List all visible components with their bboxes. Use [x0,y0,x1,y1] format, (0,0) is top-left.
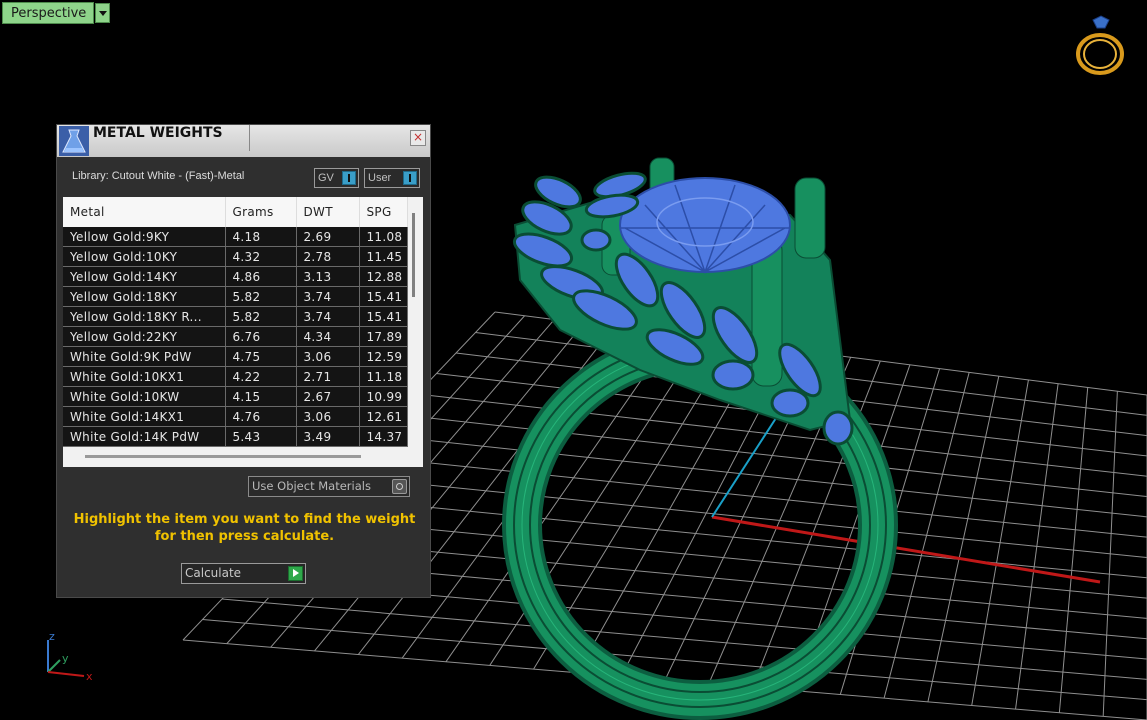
table-row[interactable]: White Gold:14K PdW 5.43 3.49 14.37 [63,426,408,447]
cell-metal: White Gold:14KX1 [63,406,226,427]
cell-grams: 4.86 [225,266,297,287]
user-toggle[interactable]: User [364,168,420,188]
metal-table-container[interactable]: Metal Grams DWT SPG Yellow Gold:9KY 4.18 2… [63,197,423,467]
table-row[interactable]: Yellow Gold:22KY 6.76 4.34 17.89 [63,326,408,347]
use-object-materials-toggle[interactable]: Use Object Materials [248,476,410,497]
cell-metal: Yellow Gold:14KY [63,266,226,287]
cell-dwt: 2.69 [296,227,360,247]
vertical-scrollbar[interactable] [412,213,415,297]
cell-grams: 4.32 [225,246,297,267]
table-row[interactable]: Yellow Gold:14KY 4.86 3.13 12.88 [63,266,408,287]
toggle-knob-icon [342,171,356,185]
cell-spg: 15.41 [359,286,408,307]
axis-label-z: z [49,630,55,643]
play-arrow-icon [288,566,303,581]
cell-grams: 5.43 [225,426,297,447]
cell-grams: 6.76 [225,326,297,347]
center-gem [619,177,791,275]
cell-metal: White Gold:10KX1 [63,366,226,387]
cell-grams: 4.75 [225,346,297,367]
cell-metal: Yellow Gold:18KY R... [63,306,226,327]
cell-spg: 10.99 [359,386,408,407]
horizontal-scrollbar[interactable] [85,455,361,458]
cell-metal: Yellow Gold:10KY [63,246,226,267]
cell-dwt: 4.34 [296,326,360,347]
user-toggle-label: User [368,172,392,184]
cell-dwt: 3.06 [296,346,360,367]
close-button[interactable]: × [410,130,426,146]
cell-grams: 4.76 [225,406,297,427]
cell-dwt: 2.71 [296,366,360,387]
cell-spg: 11.08 [359,227,408,247]
cell-dwt: 3.06 [296,406,360,427]
cell-grams: 4.15 [225,386,297,407]
panel-header[interactable]: METAL WEIGHTS × [57,125,430,157]
gv-toggle[interactable]: GV [314,168,359,188]
table-row[interactable]: Yellow Gold:18KY R... 5.82 3.74 15.41 [63,306,408,327]
column-header-spg[interactable]: SPG [359,197,408,227]
instruction-text: Highlight the item you want to find the … [73,512,416,544]
cell-metal: Yellow Gold:18KY [63,286,226,307]
radio-dot-icon [392,479,407,494]
cell-spg: 14.37 [359,426,408,447]
flask-logo-icon [59,126,89,156]
table-row[interactable]: Yellow Gold:9KY 4.18 2.69 11.08 [63,227,408,247]
cell-metal: White Gold:9K PdW [63,346,226,367]
cell-spg: 17.89 [359,326,408,347]
cell-dwt: 3.74 [296,286,360,307]
column-header-dwt[interactable]: DWT [296,197,360,227]
ring-model[interactable] [502,157,898,720]
y-axis-line [711,414,779,518]
ring-navigation-icon[interactable] [1071,14,1129,78]
cell-dwt: 3.49 [296,426,360,447]
cell-dwt: 2.67 [296,386,360,407]
toggle-knob-icon [403,171,417,185]
cell-spg: 15.41 [359,306,408,327]
cell-dwt: 3.13 [296,266,360,287]
metal-weights-panel: METAL WEIGHTS × Library: Cutout White - … [56,124,431,598]
view-mode-dropdown-arrow[interactable] [95,3,110,23]
axis-orientation-widget: z y x [47,630,93,683]
metal-table-body: Yellow Gold:9KY 4.18 2.69 11.08 Yellow Gold:… [63,227,408,447]
cell-dwt: 3.74 [296,306,360,327]
cell-spg: 12.61 [359,406,408,427]
table-row[interactable]: White Gold:10KX1 4.22 2.71 11.18 [63,366,408,387]
axis-label-y: y [62,652,69,665]
column-header-metal[interactable]: Metal [63,197,226,227]
cell-grams: 5.82 [225,306,297,327]
table-row[interactable]: White Gold:14KX1 4.76 3.06 12.61 [63,406,408,427]
table-row[interactable]: White Gold:10KW 4.15 2.67 10.99 [63,386,408,407]
axis-label-x: x [86,670,93,683]
panel-title: METAL WEIGHTS [93,125,250,151]
calculate-button[interactable]: Calculate [181,563,306,584]
calculate-label: Calculate [185,566,242,580]
cell-metal: Yellow Gold:22KY [63,326,226,347]
cell-spg: 12.59 [359,346,408,367]
cell-dwt: 2.78 [296,246,360,267]
table-row[interactable]: White Gold:9K PdW 4.75 3.06 12.59 [63,346,408,367]
prong [794,177,826,259]
cell-spg: 11.18 [359,366,408,387]
table-row[interactable]: Yellow Gold:18KY 5.82 3.74 15.41 [63,286,408,307]
cell-grams: 5.82 [225,286,297,307]
table-header-row: Metal Grams DWT SPG [63,197,408,227]
cell-metal: White Gold:10KW [63,386,226,407]
table-row[interactable]: Yellow Gold:10KY 4.32 2.78 11.45 [63,246,408,267]
use-object-materials-label: Use Object Materials [252,479,371,493]
cell-grams: 4.18 [225,227,297,247]
cell-metal: White Gold:14K PdW [63,426,226,447]
metal-table: Metal Grams DWT SPG Yellow Gold:9KY 4.18 2… [63,197,408,447]
cell-metal: Yellow Gold:9KY [63,227,226,247]
library-label: Library: Cutout White - (Fast)-Metal [72,170,245,182]
cell-spg: 12.88 [359,266,408,287]
gv-toggle-label: GV [318,172,334,184]
cell-spg: 11.45 [359,246,408,267]
column-header-grams[interactable]: Grams [225,197,297,227]
view-mode-tab[interactable]: Perspective [2,2,94,24]
cell-grams: 4.22 [225,366,297,387]
